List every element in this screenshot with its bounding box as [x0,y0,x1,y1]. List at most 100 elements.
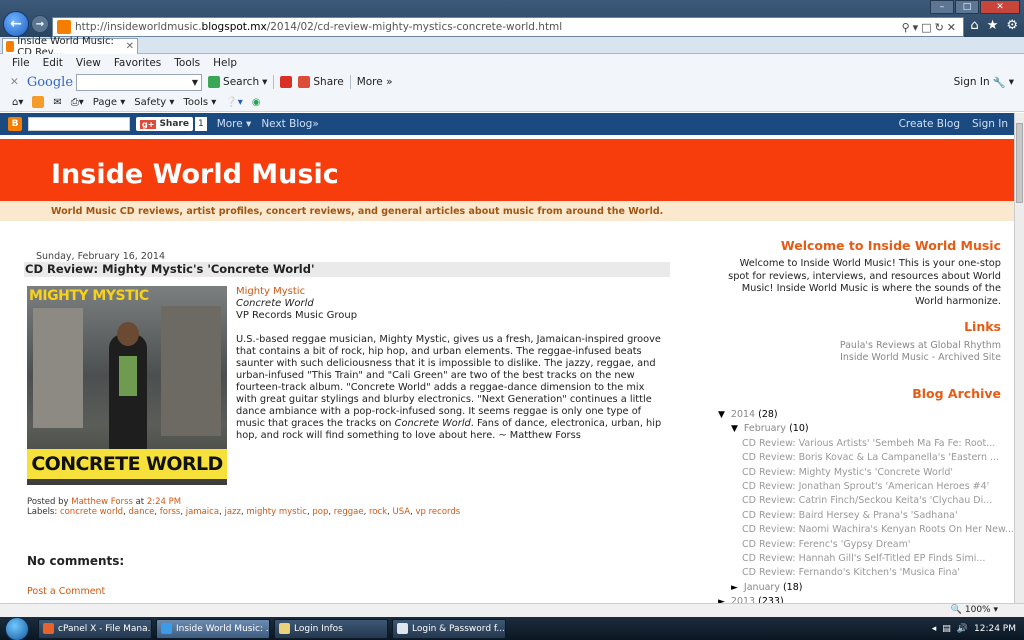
archive-post-link[interactable]: CD Review: Boris Kovac & La Campanella's… [718,451,1003,465]
safety-menu[interactable]: Safety ▾ [134,97,174,108]
menu-file[interactable]: File [12,57,30,69]
post-label-link[interactable]: jamaica [186,507,219,517]
address-bar[interactable]: http://insideworldmusic.blogspot.mx/2014… [52,17,964,37]
tray-expand-icon[interactable]: ◂ [932,624,937,634]
google-search-button[interactable]: Search ▾ [208,76,267,88]
next-blog-link[interactable]: Next Blog» [261,118,318,130]
back-button[interactable]: ← [3,11,29,37]
expanded-triangle-icon[interactable]: ▼ [718,410,725,420]
mail-icon[interactable]: ✉ [53,97,61,108]
links-heading: Links [964,319,1001,334]
close-toolbar-icon[interactable]: ✕ [10,76,19,88]
archive-post-link[interactable]: CD Review: Jonathan Sprout's 'American H… [718,480,1003,494]
post-label-link[interactable]: pop [312,507,328,517]
forward-button[interactable]: → [31,15,49,33]
zoom-level[interactable]: 🔍 100% ▾ [951,605,998,615]
blogger-logo-icon[interactable]: B [8,117,22,131]
browser-tab[interactable]: Inside World Music: CD Rev... ✕ [2,36,138,58]
home-icon[interactable]: ⌂▾ [12,97,23,108]
menu-view[interactable]: View [76,57,101,69]
task-login-infos[interactable]: Login Infos [274,618,388,639]
expanded-triangle-icon[interactable]: ▼ [731,424,738,434]
close-tab-icon[interactable]: ✕ [126,41,134,52]
vertical-scrollbar[interactable] [1014,113,1024,603]
clock[interactable]: 12:24 PM [974,624,1016,634]
post-label-link[interactable]: concrete world [60,507,123,517]
post-label-link[interactable]: reggae [334,507,364,517]
archive-post-link[interactable]: CD Review: Hannah Gill's Self-Titled EP … [718,552,1003,566]
gear-icon[interactable]: ⚙ [1006,18,1018,33]
archive-year-2014[interactable]: ▼ 2014 (28) [718,408,1003,422]
archive-post-link[interactable]: CD Review: Fernando's Kitchen's 'Musica … [718,566,1003,580]
link-archived-site[interactable]: Inside World Music - Archived Site [840,352,1001,364]
post-comment-link[interactable]: Post a Comment [27,586,105,597]
archive-post-link[interactable]: CD Review: Baird Hersey & Prana's 'Sadha… [718,509,1003,523]
record-label: VP Records Music Group [236,310,358,321]
volume-icon[interactable]: 🔊 [957,624,968,634]
create-blog-link[interactable]: Create Blog [899,118,960,130]
archive-month-february[interactable]: ▼ February (10) [718,422,1003,436]
home-icon[interactable]: ⌂ [970,18,978,33]
collapsed-triangle-icon[interactable]: ► [731,583,738,593]
archive-month-january[interactable]: ► January (18) [718,581,1003,595]
tools-menu[interactable]: Tools ▾ [183,97,216,108]
archive-post-link[interactable]: CD Review: Naomi Wachira's Kenyan Roots … [718,523,1014,537]
rss-feed-icon[interactable] [32,96,45,108]
archive-post-link[interactable]: CD Review: Mighty Mystic's 'Concrete Wor… [718,466,1003,480]
review-text: U.S.-based reggae musician, Mighty Mysti… [236,334,662,441]
print-icon[interactable]: ⎙▾ [71,97,84,108]
google-signin-button[interactable]: Sign In 🔧 ▾ [954,76,1014,89]
post-title[interactable]: CD Review: Mighty Mystic's 'Concrete Wor… [24,262,670,277]
more-button[interactable]: More » [357,76,393,88]
blog-search-input[interactable] [28,117,130,131]
album-cover-image[interactable]: MIGHTY MYSTIC CONCRETE WORLD [27,286,227,485]
archive-post-link[interactable]: CD Review: Catrin Finch/Seckou Keita's '… [718,494,1003,508]
post-label-link[interactable]: USA [393,507,411,517]
post-label-link[interactable]: vp records [416,507,461,517]
google-toolbar: ✕ Google ▼ Search ▾ Share More » Sign In… [0,71,1024,93]
task-inside-world-music[interactable]: Inside World Music: ... [156,618,270,639]
blogger-favicon-icon [57,20,71,34]
address-bar-tools[interactable]: ⚲▾□↻✕ [902,21,963,34]
google-plus-share-button[interactable]: g+ Share [136,117,193,131]
google-search-input[interactable]: ▼ [76,73,203,91]
post-label-link[interactable]: mighty mystic [246,507,307,517]
cover-artist-shirt [119,356,137,396]
post-label-link[interactable]: forss [160,507,181,517]
separator [349,75,351,89]
menu-help[interactable]: Help [213,57,237,69]
page-menu[interactable]: Page ▾ [93,97,125,108]
archive-post-link[interactable]: CD Review: Ferenc's 'Gypsy Dream' [718,538,1003,552]
help-icon[interactable]: ❔▾ [225,97,242,108]
share-icon [298,76,311,88]
link-global-rhythm[interactable]: Paula's Reviews at Global Rhythm [840,340,1001,352]
start-button[interactable] [0,616,34,640]
share-button[interactable]: Share [298,76,344,88]
artist-link[interactable]: Mighty Mystic [236,286,305,297]
scrollbar-thumb[interactable] [1016,123,1023,203]
author-link[interactable]: Matthew Forss [71,497,133,507]
task-cpanel[interactable]: cPanel X - File Mana... [38,618,152,639]
menu-tools[interactable]: Tools [174,57,200,69]
minimize-button[interactable]: – [930,0,954,14]
post-label-link[interactable]: rock [369,507,387,517]
post-time-link[interactable]: 2:24 PM [147,497,181,507]
menu-favorites[interactable]: Favorites [114,57,161,69]
post-footer-author: Posted by Matthew Forss at 2:24 PM [27,497,182,507]
network-icon[interactable]: ▤ [942,624,951,634]
search-icon [208,76,221,88]
close-window-button[interactable]: ✕ [980,0,1020,14]
task-login-password[interactable]: Login & Password f... [392,618,506,639]
blogger-signin-link[interactable]: Sign In [972,118,1008,130]
archive-post-link[interactable]: CD Review: Various Artists' 'Sembeh Ma F… [718,437,1003,451]
translate-icon[interactable]: ◉ [252,97,261,108]
post-label-link[interactable]: jazz [224,507,241,517]
menu-edit[interactable]: Edit [43,57,63,69]
maximize-button[interactable]: □ [955,0,979,14]
more-menu[interactable]: More ▾ [217,118,252,130]
blog-title[interactable]: Inside World Music [51,159,339,190]
gmail-button[interactable] [280,76,293,88]
window-controls: – □ ✕ [930,0,1020,14]
favorites-star-icon[interactable]: ★ [987,18,999,33]
post-label-link[interactable]: dance [128,507,154,517]
